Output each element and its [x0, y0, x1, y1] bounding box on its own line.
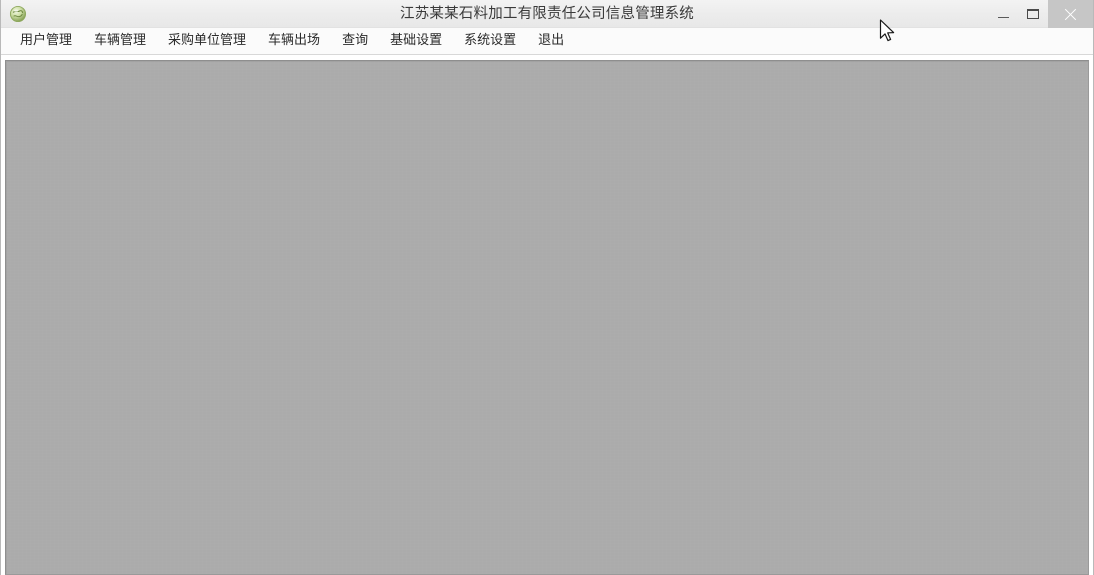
menu-item-label: 车辆管理	[94, 32, 147, 48]
menu-item-label: 用户管理	[20, 32, 73, 48]
client-area-texture	[6, 61, 1088, 574]
menu-user-management[interactable]: 用户管理	[9, 30, 83, 53]
minimize-icon	[997, 16, 1009, 18]
menu-item-label: 车辆出场	[268, 32, 321, 48]
menu-purchasing-unit-management[interactable]: 采购单位管理	[157, 30, 257, 53]
client-frame	[1, 56, 1093, 575]
menu-item-label: 采购单位管理	[168, 32, 247, 48]
maximize-icon	[1027, 9, 1039, 19]
maximize-button[interactable]	[1018, 0, 1048, 28]
menu-item-label: 查询	[342, 32, 369, 48]
menu-basic-settings[interactable]: 基础设置	[379, 30, 453, 53]
menu-vehicle-management[interactable]: 车辆管理	[83, 30, 157, 53]
window-controls	[988, 0, 1093, 28]
minimize-button[interactable]	[988, 0, 1018, 28]
menu-item-label: 基础设置	[390, 32, 443, 48]
menu-item-label: 退出	[538, 32, 565, 48]
menu-item-label: 系统设置	[464, 32, 517, 48]
close-button[interactable]	[1048, 0, 1093, 28]
menu-exit[interactable]: 退出	[527, 30, 575, 53]
mdi-client-area[interactable]	[5, 60, 1089, 575]
title-bar[interactable]: 江苏某某石料加工有限责任公司信息管理系统	[1, 0, 1093, 28]
window-title: 江苏某某石料加工有限责任公司信息管理系统	[400, 6, 694, 22]
globe-icon	[9, 5, 27, 23]
menu-query[interactable]: 查询	[331, 30, 379, 53]
menu-vehicle-exit[interactable]: 车辆出场	[257, 30, 331, 53]
application-window: 江苏某某石料加工有限责任公司信息管理系统 用户管理 车辆管理 采购单位管理 车辆…	[0, 0, 1094, 575]
close-icon	[1064, 8, 1077, 21]
menu-bar: 用户管理 车辆管理 采购单位管理 车辆出场 查询 基础设置 系统设置 退出	[1, 28, 1093, 55]
menu-system-settings[interactable]: 系统设置	[453, 30, 527, 53]
